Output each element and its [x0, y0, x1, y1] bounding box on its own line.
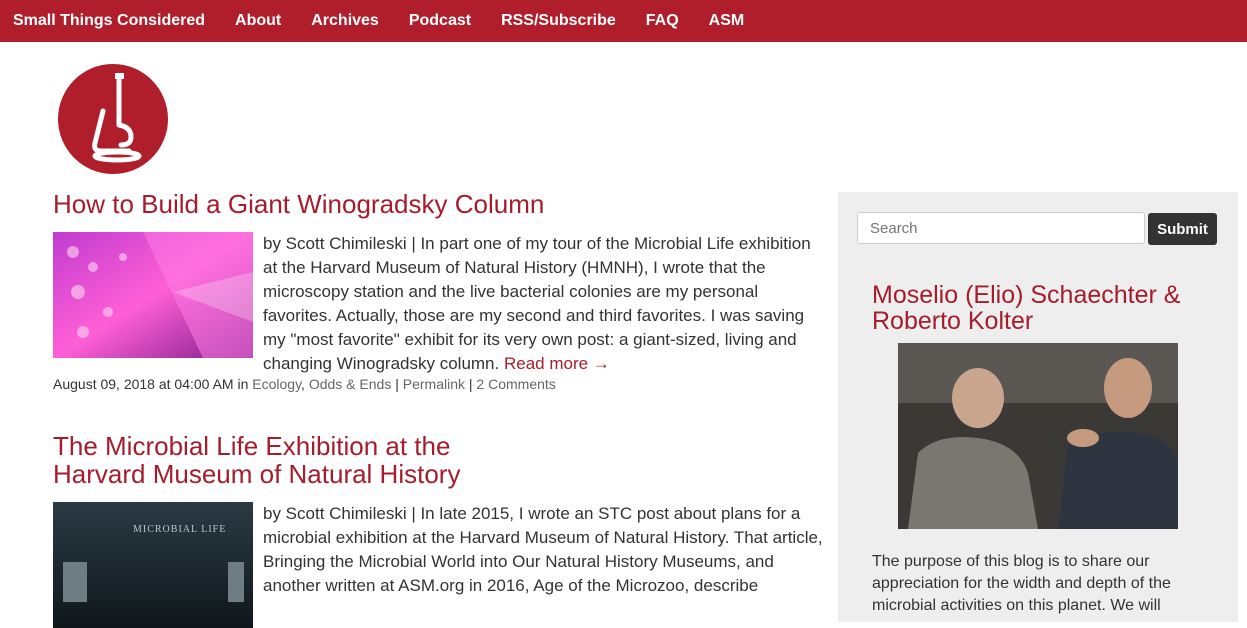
nav-rss-link[interactable]: RSS/Subscribe — [501, 12, 616, 30]
post-meta: August 09, 2018 at 04:00 AM in Ecology, … — [53, 376, 556, 392]
sidebar: Submit Moselio (Elio) Schaechter & Rober… — [838, 192, 1238, 622]
nav-podcast-link[interactable]: Podcast — [409, 12, 471, 30]
exhibit-sign-text: MICROBIAL LIFE — [133, 524, 227, 535]
post-body-text: by Scott Chimileski | In late 2015, I wr… — [263, 504, 823, 595]
post-body-text: by Scott Chimileski | In part one of my … — [263, 232, 828, 376]
post-excerpt: by Scott Chimileski | In part one of my … — [53, 232, 828, 373]
comments-link[interactable]: 2 Comments — [476, 376, 555, 392]
search-input[interactable] — [857, 212, 1145, 244]
post-date: August 09, 2018 at 04:00 AM in — [53, 376, 249, 392]
post-thumbnail[interactable]: MICROBIAL LIFE — [53, 502, 253, 628]
permalink-link[interactable]: Permalink — [403, 376, 465, 392]
post-title-line-2: Harvard Museum of Natural History — [53, 459, 461, 489]
authors-photo — [898, 343, 1178, 529]
sidebar-title: Moselio (Elio) Schaechter & Roberto Kolt… — [872, 281, 1181, 335]
post-title-line-1: The Microbial Life Exhibition at the — [53, 431, 451, 461]
nav-asm-link[interactable]: ASM — [709, 12, 745, 30]
submit-button[interactable]: Submit — [1148, 213, 1217, 245]
nav-archives-link[interactable]: Archives — [311, 12, 379, 30]
category-ecology-link[interactable]: Ecology — [252, 376, 301, 392]
sidebar-about-text: The purpose of this blog is to share our… — [872, 553, 1171, 614]
read-more-link[interactable]: Read more → — [504, 354, 610, 373]
post-title-link[interactable]: How to Build a Giant Winogradsky Column — [53, 190, 828, 218]
site-logo[interactable] — [57, 63, 169, 175]
category-odds-ends-link[interactable]: Odds & Ends — [309, 376, 392, 392]
post-title-link[interactable]: The Microbial Life Exhibition at the Har… — [53, 432, 828, 488]
nav-about-link[interactable]: About — [235, 12, 281, 30]
microscope-icon — [58, 64, 168, 174]
nav-home-link[interactable]: Small Things Considered — [13, 12, 205, 30]
post-thumbnail[interactable] — [53, 232, 253, 358]
post-body: by Scott Chimileski | In part one of my … — [263, 234, 811, 373]
top-navigation: Small Things Considered About Archives P… — [0, 0, 1247, 42]
post-excerpt: MICROBIAL LIFE by Scott Chimileski | In … — [53, 502, 828, 628]
posts-column: How to Build a Giant Winogradsky Column — [53, 190, 828, 628]
nav-faq-link[interactable]: FAQ — [646, 12, 679, 30]
